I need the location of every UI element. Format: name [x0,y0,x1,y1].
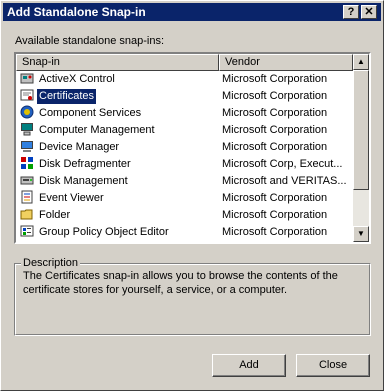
snapin-name: Disk Defragmenter [39,158,131,170]
device-manager-icon [20,139,34,153]
close-window-button[interactable]: ✕ [361,5,377,19]
list-item[interactable]: Certificates Microsoft Corporation [16,88,353,105]
available-snapins-label: Available standalone snap-ins: [15,35,165,47]
snapin-vendor: Microsoft Corporation [222,141,328,153]
window-title: Add Standalone Snap-in [7,5,146,19]
snapin-name-cell: Group Policy Object Editor [20,224,218,241]
snapin-name: Device Manager [39,141,120,153]
snapin-name: Event Viewer [39,192,104,204]
title-bar[interactable]: Add Standalone Snap-in ? ✕ [3,3,381,21]
list-item[interactable]: Group Policy Object Editor Microsoft Corp… [16,224,353,241]
snapin-name: Component Services [39,107,142,119]
component-services-icon [20,105,34,119]
list-item[interactable]: Disk Defragmenter Microsoft Corp, Execut.… [16,156,353,173]
scroll-up-button[interactable]: ▲ [353,54,369,70]
computer-management-icon [20,122,34,136]
list-item[interactable]: Component Services Microsoft Corporation [16,105,353,122]
description-group: Description The Certificates snap-in all… [14,256,371,336]
snapin-vendor: Microsoft Corporation [222,90,328,102]
snapin-name: Group Policy Object Editor [39,226,169,238]
add-button[interactable]: Add [212,354,286,377]
list-item[interactable]: Folder Microsoft Corporation [16,207,353,224]
snapin-name: Computer Management [39,124,155,136]
disk-defragmenter-icon [20,156,34,170]
vertical-scrollbar[interactable]: ▲ ▼ [353,54,369,242]
column-header-vendor[interactable]: Vendor [219,54,353,71]
snapin-vendor: Microsoft Corporation [222,192,328,204]
list-item[interactable]: Disk Management Microsoft and VERITAS... [16,173,353,190]
column-header-snapin[interactable]: Snap-in [16,54,219,71]
snapin-name: ActiveX Control [39,73,115,85]
event-viewer-icon [20,190,34,204]
certificates-icon [20,88,34,102]
snapin-list[interactable]: Snap-in Vendor ActiveX Control Microsoft … [14,52,371,244]
snapin-name-cell: Folder [20,207,218,224]
snapin-vendor: Microsoft Corp, Execut... [222,158,343,170]
snapin-name: Folder [39,209,71,221]
snapin-name-cell: Device Manager [20,139,218,156]
close-button[interactable]: Close [296,354,370,377]
description-text: The Certificates snap-in allows you to b… [23,270,338,296]
snapin-vendor: Microsoft Corporation [222,209,328,221]
snapin-vendor: Microsoft Corporation [222,107,328,119]
list-item[interactable]: Event Viewer Microsoft Corporation [16,190,353,207]
list-item[interactable]: Device Manager Microsoft Corporation [16,139,353,156]
scroll-thumb[interactable] [353,70,369,190]
activex-icon [20,71,34,85]
folder-icon [20,207,34,221]
snapin-name-cell: Disk Management [20,173,218,190]
scroll-down-button[interactable]: ▼ [353,226,369,242]
snapin-name-cell: Event Viewer [20,190,218,207]
snapin-name-cell: Component Services [20,105,218,122]
snapin-name: Certificates [35,88,98,105]
help-button[interactable]: ? [343,5,359,19]
snapin-name-cell: Computer Management [20,122,218,139]
list-item[interactable]: ActiveX Control Microsoft Corporation [16,71,353,88]
snapin-name: Disk Management [39,175,128,187]
snapin-name-cell: Certificates [20,88,218,105]
snapin-vendor: Microsoft Corporation [222,124,328,136]
snapin-rows: ActiveX Control Microsoft Corporation Cert… [16,71,353,241]
snapin-vendor: Microsoft Corporation [222,226,328,238]
add-standalone-snapin-dialog: Add Standalone Snap-in ? ✕ Available sta… [0,0,384,391]
snapin-vendor: Microsoft and VERITAS... [222,175,347,187]
snapin-name-cell: Disk Defragmenter [20,156,218,173]
snapin-vendor: Microsoft Corporation [222,73,328,85]
snapin-name-cell: ActiveX Control [20,71,218,88]
list-item[interactable]: Computer Management Microsoft Corporation [16,122,353,139]
group-policy-icon [20,224,34,238]
disk-management-icon [20,173,34,187]
description-legend: Description [21,256,81,270]
